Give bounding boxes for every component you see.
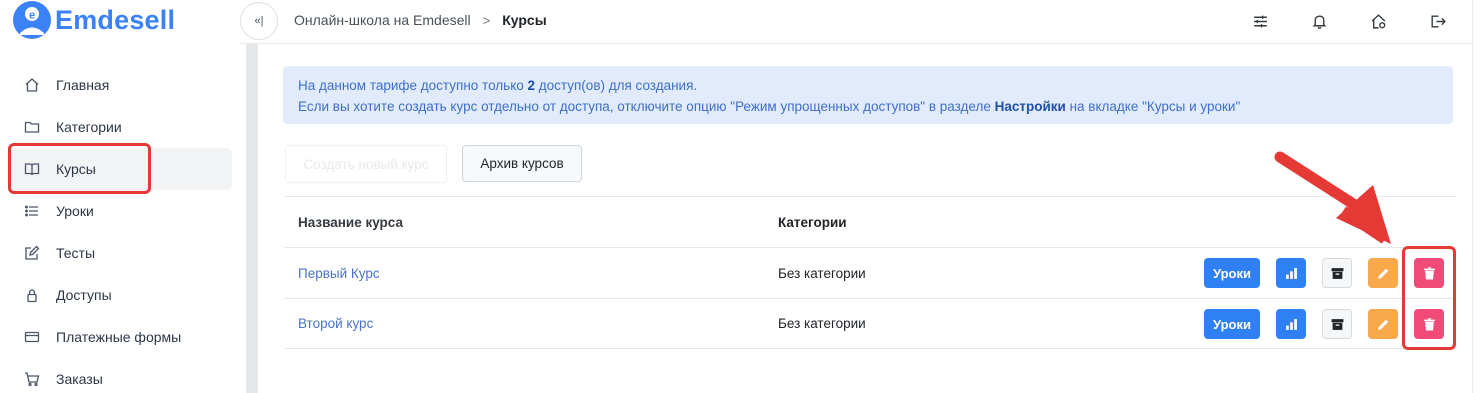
alert-line-1: На данном тарифе доступно только 2 досту… [298, 78, 698, 93]
pencil-icon [1377, 268, 1388, 279]
trash-icon [1423, 266, 1435, 279]
delete-button[interactable] [1414, 258, 1444, 288]
book-icon [24, 161, 40, 177]
alert-line-2: Если вы хотите создать курс отдельно от … [298, 99, 1241, 114]
home-settings-icon[interactable] [1366, 9, 1390, 33]
row-actions: Уроки [1204, 258, 1444, 288]
sidebar-item-payment-forms[interactable]: Платежные формы [8, 316, 232, 358]
table-row: Второй курс Без категории Уроки [284, 298, 1456, 349]
sidebar-item-label: Доступы [56, 287, 112, 303]
settings-link[interactable]: Настройки [995, 99, 1066, 114]
list-icon [24, 203, 40, 219]
bell-icon[interactable] [1307, 9, 1331, 33]
sidebar-item-label: Платежные формы [56, 329, 182, 345]
collapse-sidebar-button[interactable]: «| [240, 2, 278, 40]
archive-box-icon [1331, 318, 1343, 330]
bar-chart-icon [1285, 318, 1297, 330]
folder-icon [24, 119, 40, 135]
sidebar-item-courses[interactable]: Курсы [8, 148, 232, 190]
course-name-link[interactable]: Первый Курс [298, 266, 380, 281]
sidebar-item-label: Категории [56, 119, 122, 135]
access-count: 2 [527, 78, 536, 93]
home-icon [24, 77, 40, 93]
top-header: «| Онлайн-школа на Emdesell > Курсы [240, 0, 1484, 44]
archive-button[interactable] [1322, 309, 1352, 339]
sliders-icon[interactable] [1248, 9, 1272, 33]
sidebar-nav: Главная Категории Курсы Уроки Тесты Дост… [8, 64, 232, 393]
sidebar-scrollbar[interactable] [246, 44, 258, 393]
sidebar-item-label: Заказы [56, 371, 103, 387]
breadcrumb-separator: > [482, 12, 491, 28]
lessons-button[interactable]: Уроки [1204, 258, 1260, 288]
credit-card-icon [24, 329, 40, 345]
sidebar-item-label: Тесты [56, 245, 96, 261]
sidebar: e Emdesell Главная Категории Курсы Уроки… [0, 0, 246, 393]
lock-icon [24, 287, 40, 303]
edit-icon [24, 245, 40, 261]
table-header: Название курса Категории [284, 196, 1456, 247]
breadcrumb: Онлайн-школа на Emdesell > Курсы [294, 12, 547, 28]
course-category: Без категории [778, 316, 866, 331]
stats-button[interactable] [1276, 258, 1306, 288]
sidebar-item-label: Курсы [56, 161, 96, 177]
main-content: На данном тарифе доступно только 2 досту… [258, 45, 1472, 393]
sidebar-item-orders[interactable]: Заказы [8, 358, 232, 393]
breadcrumb-current: Курсы [502, 12, 547, 28]
pencil-icon [1377, 319, 1388, 330]
edit-button[interactable] [1368, 258, 1398, 288]
edit-button[interactable] [1368, 309, 1398, 339]
sidebar-item-label: Уроки [56, 203, 94, 219]
archive-button[interactable] [1322, 258, 1352, 288]
sidebar-item-label: Главная [56, 77, 110, 93]
row-actions: Уроки [1204, 309, 1444, 339]
cart-icon [24, 371, 40, 387]
sidebar-item-access[interactable]: Доступы [8, 274, 232, 316]
logo-text: Emdesell [55, 4, 176, 35]
breadcrumb-root[interactable]: Онлайн-школа на Emdesell [294, 12, 471, 28]
table-row: Первый Курс Без категории Уроки [284, 247, 1456, 298]
sidebar-item-home[interactable]: Главная [8, 64, 232, 106]
column-header-name: Название курса [298, 214, 403, 230]
collapse-icon: «| [254, 15, 264, 27]
svg-text:e: e [29, 10, 35, 22]
archive-box-icon [1331, 267, 1343, 279]
sidebar-item-tests[interactable]: Тесты [8, 232, 232, 274]
sidebar-item-lessons[interactable]: Уроки [8, 190, 232, 232]
header-actions [1248, 9, 1484, 33]
logout-icon[interactable] [1425, 9, 1449, 33]
logo[interactable]: e Emdesell [12, 0, 175, 40]
stats-button[interactable] [1276, 309, 1306, 339]
bar-chart-icon [1285, 267, 1297, 279]
column-header-category: Категории [778, 214, 847, 230]
course-category: Без категории [778, 265, 866, 281]
create-course-button[interactable]: Создать новый курс [285, 145, 447, 183]
courses-table: Название курса Категории Первый Курс Без… [284, 196, 1456, 349]
plan-info-alert: На данном тарифе доступно только 2 досту… [283, 66, 1453, 124]
logo-icon: e [12, 0, 52, 40]
trash-icon [1423, 317, 1435, 330]
lessons-button[interactable]: Уроки [1204, 309, 1260, 339]
delete-button[interactable] [1414, 309, 1444, 339]
course-archive-button[interactable]: Архив курсов [462, 145, 582, 182]
page-scrollbar[interactable] [1472, 0, 1484, 393]
sidebar-item-categories[interactable]: Категории [8, 106, 232, 148]
course-name-link[interactable]: Второй курс [298, 316, 373, 331]
